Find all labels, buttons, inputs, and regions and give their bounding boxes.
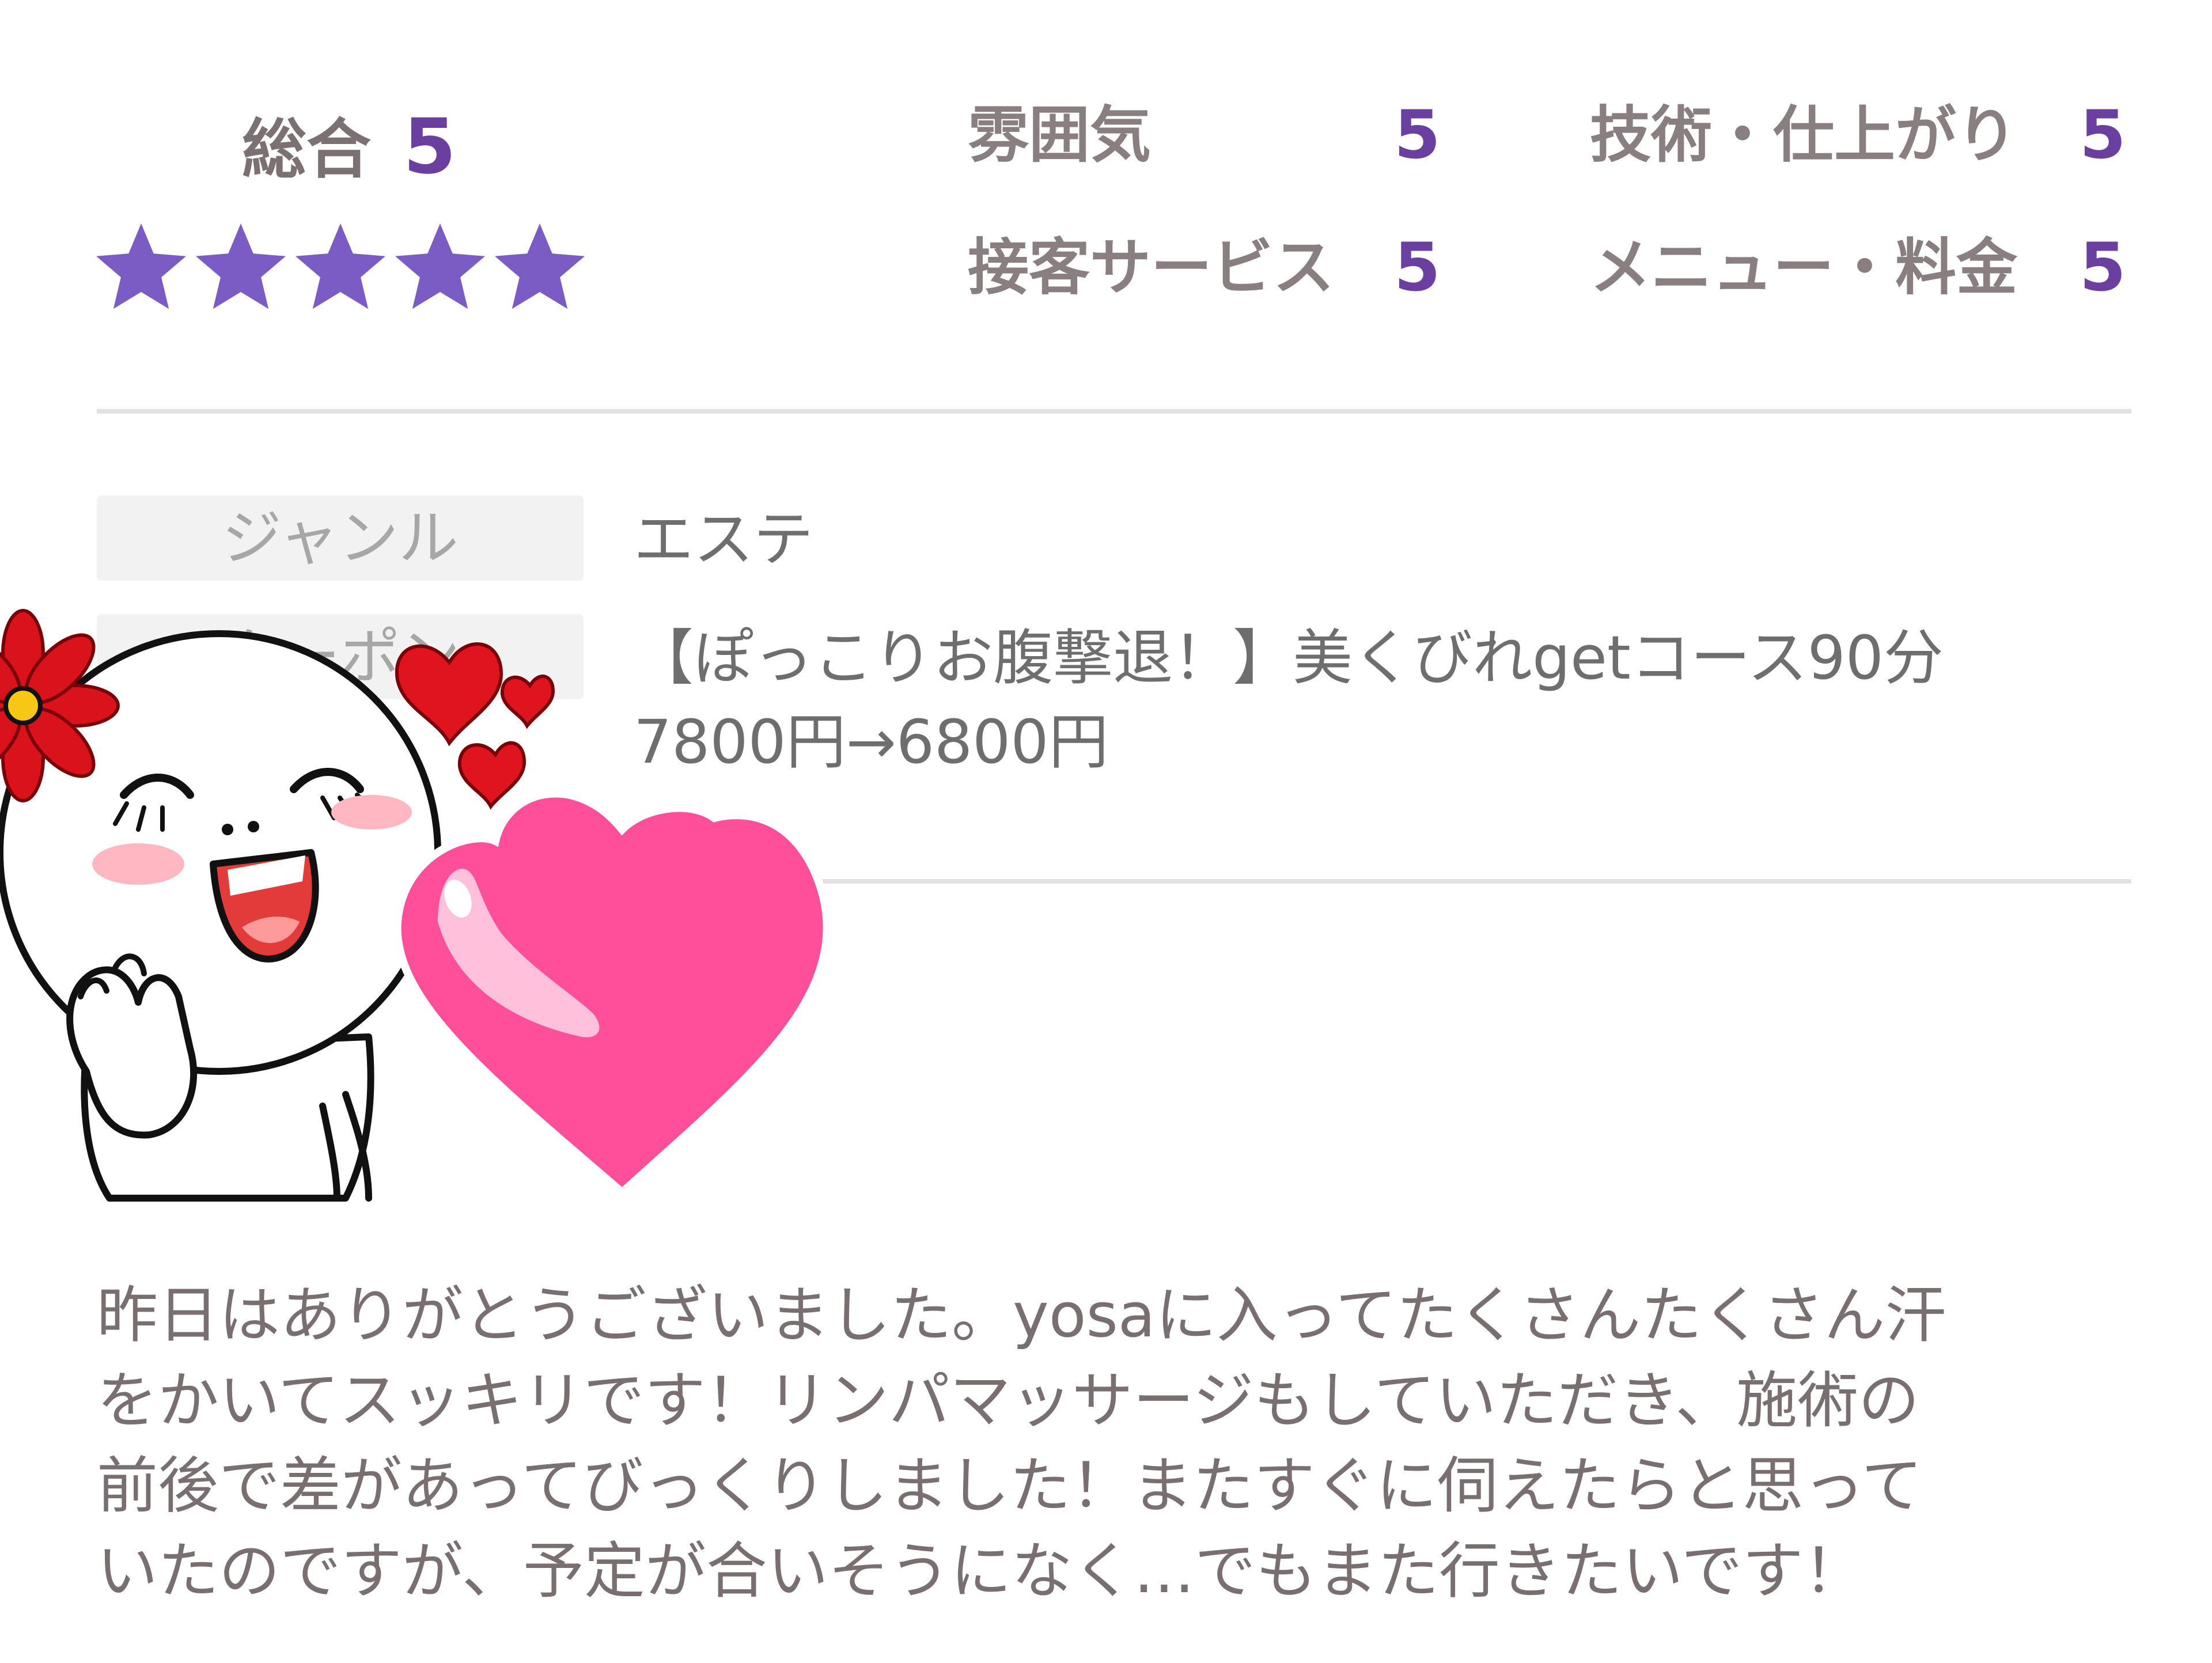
pink-heart-icon [393, 789, 831, 1198]
divider-top [97, 409, 2131, 414]
genre-label: ジャンル [97, 495, 584, 581]
coupon-title[interactable]: 【ぽっこりお腹撃退！】美くびれgetコース90分 [634, 618, 1944, 698]
criterion-atmosphere-value: 5 [1394, 96, 1441, 174]
star-icon [296, 223, 385, 309]
criterion-atmosphere-label: 雰囲気 [968, 100, 1151, 171]
star-icon [495, 223, 585, 309]
criterion-service-label: 接客サービス [968, 232, 1334, 303]
divider-bottom [97, 879, 2131, 884]
review-text: 昨日はありがとうございました。yosaに入ってたくさんたくさん汗 をかいてスッキ… [97, 1280, 1946, 1607]
genre-value: エステ [634, 504, 814, 574]
coupon-price: 7800円→6800円 [634, 707, 1109, 777]
criterion-technique-value: 5 [2080, 96, 2126, 174]
criterion-technique-label: 技術・仕上がり [1590, 100, 2017, 171]
coupon-label: クーポン [97, 614, 584, 699]
overall-rating-value: 5 [403, 103, 456, 191]
star-icon [395, 223, 485, 309]
character-icon [0, 630, 441, 1202]
cheek-right [331, 795, 412, 829]
criterion-menu-price-label: メニュー・料金 [1590, 232, 2017, 303]
criterion-service-value: 5 [1394, 229, 1441, 306]
overall-rating-label: 総合 [242, 112, 371, 187]
star-rating [96, 223, 585, 309]
star-icon [96, 223, 186, 309]
star-icon [196, 223, 286, 309]
criterion-menu-price-value: 5 [2080, 229, 2126, 306]
